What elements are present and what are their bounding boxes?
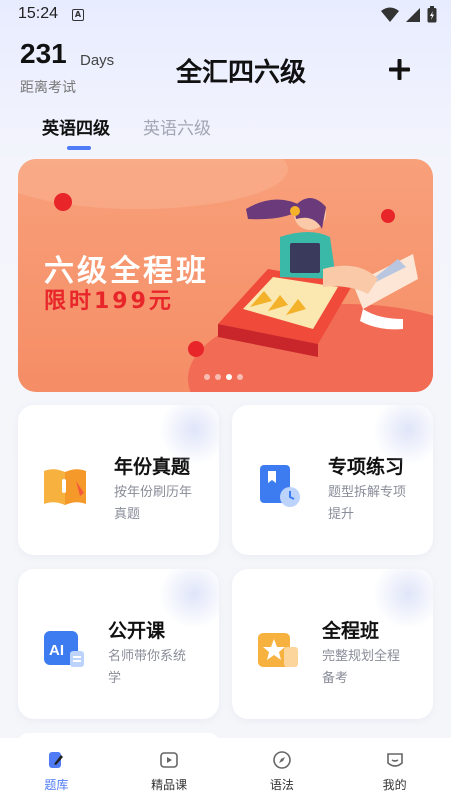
nav-item-question-bank[interactable]: 题库: [0, 738, 113, 801]
nav-item-premium-course[interactable]: 精品课: [113, 738, 226, 801]
compass-icon: [273, 751, 291, 769]
profile-icon: [386, 753, 403, 767]
pagination-dot: [237, 374, 243, 380]
card-desc-line: 提升: [328, 507, 355, 522]
tab-cet4[interactable]: 英语四级: [42, 114, 110, 139]
nav-item-grammar[interactable]: 语法: [226, 738, 339, 801]
status-time: 15:24: [18, 5, 59, 22]
pagination-dot: [215, 374, 221, 380]
nav-item-profile[interactable]: 我的: [338, 738, 451, 801]
card-desc: 按年份刷历年 真题: [114, 482, 192, 526]
card-desc: 名师带你系统 学: [108, 646, 186, 690]
status-icons: [381, 6, 437, 23]
bookmark-clock-icon: [260, 465, 300, 507]
card-desc-line: 完整规划全程: [322, 649, 401, 664]
days-count: 231: [20, 38, 67, 69]
card-desc-line: 按年份刷历年: [114, 485, 193, 500]
card-title: 公开课: [108, 620, 166, 642]
bottom-nav: 题库 精品课 语法 我的: [0, 738, 451, 801]
card-desc: 题型拆解专项 提升: [328, 482, 406, 526]
notification-a-icon: A: [72, 9, 84, 21]
ai-course-icon: AI: [44, 631, 84, 667]
tab-cet6[interactable]: 英语六级: [143, 114, 211, 139]
card-title: 专项练习: [328, 456, 405, 478]
page-title: 全汇四六级: [176, 58, 307, 88]
card-desc-line: 名师带你系统: [108, 649, 187, 664]
play-icon: [160, 752, 178, 768]
banner-subtitle: 限时199元: [44, 289, 174, 314]
pagination-dot-active: [226, 374, 232, 380]
nav-label: 我的: [382, 778, 407, 792]
card-desc-line: 备考: [322, 671, 349, 686]
days-unit: Days: [80, 52, 115, 69]
edit-icon: [49, 752, 64, 768]
tab-indicator: [67, 146, 91, 150]
nav-label: 精品课: [151, 778, 188, 792]
add-icon[interactable]: [384, 54, 414, 84]
book-icon: [44, 469, 86, 505]
card-open-course[interactable]: AI 公开课 名师带你系统 学: [18, 569, 219, 719]
days-caption: 距离考试: [20, 80, 76, 96]
card-title: 全程班: [322, 620, 380, 642]
nav-label: 题库: [44, 778, 69, 792]
card-desc: 完整规划全程 备考: [322, 646, 400, 690]
card-past-papers[interactable]: 年份真题 按年份刷历年 真题: [18, 405, 219, 555]
signal-icon: [406, 7, 420, 22]
wifi-icon: [381, 7, 399, 22]
battery-icon: [427, 6, 437, 23]
banner-pagination: [204, 374, 243, 380]
card-full-course[interactable]: 全程班 完整规划全程 备考: [232, 569, 433, 719]
star-badge-icon: [258, 633, 298, 667]
promo-banner[interactable]: 六级全程班 限时199元: [18, 159, 433, 392]
card-desc-line: 真题: [114, 507, 141, 522]
svg-text:AI: AI: [49, 642, 64, 659]
pagination-dot: [204, 374, 210, 380]
nav-label: 语法: [269, 778, 294, 792]
card-desc-line: 学: [108, 671, 122, 686]
status-bar: 15:24 A: [0, 0, 451, 30]
card-topic-practice[interactable]: 专项练习 题型拆解专项 提升: [232, 405, 433, 555]
card-desc-line: 题型拆解专项: [328, 485, 407, 500]
card-title: 年份真题: [114, 456, 191, 478]
